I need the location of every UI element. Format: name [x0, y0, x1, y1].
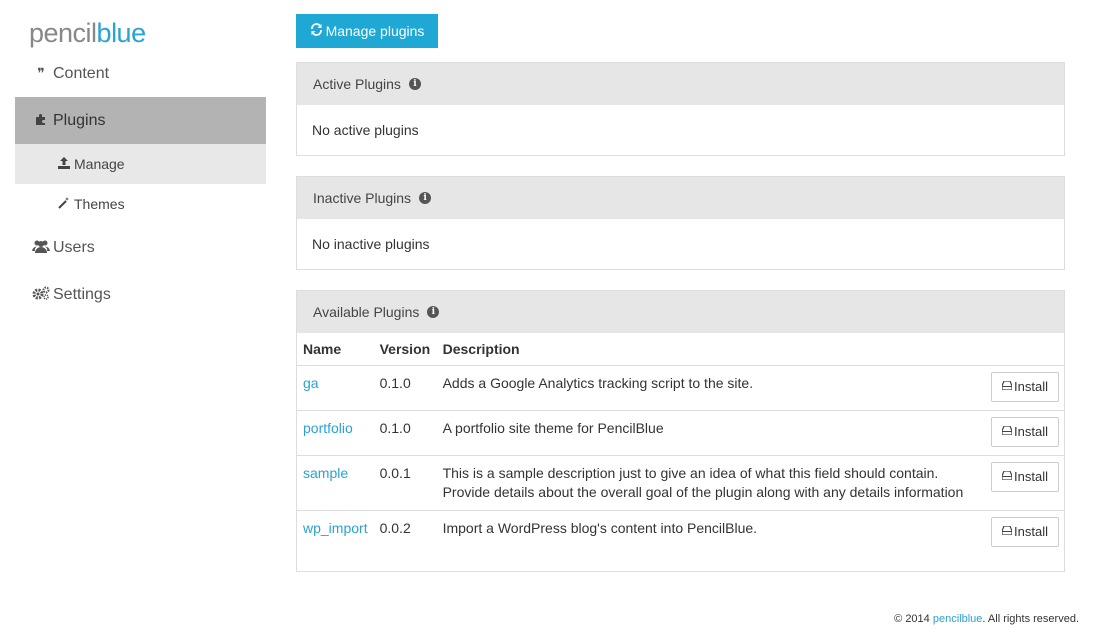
panel-empty-text: No inactive plugins: [312, 236, 430, 252]
sidebar-item-label: Themes: [74, 196, 125, 212]
panel-title: Active Plugins: [313, 76, 401, 92]
footer-link[interactable]: pencilblue: [933, 613, 983, 625]
info-icon[interactable]: i: [419, 192, 432, 204]
install-button[interactable]: Install: [991, 516, 1059, 547]
sidebar-item-label: Manage: [74, 156, 125, 172]
panel-title: Available Plugins: [313, 304, 420, 320]
panel-title: Inactive Plugins: [313, 190, 412, 206]
plugins-table: Name Version Description ga 0.1.0 Adds a…: [297, 333, 1064, 571]
plugin-version: 0.1.0: [373, 365, 437, 411]
quote-icon: ❞: [37, 65, 45, 81]
plugin-name-link[interactable]: wp_import: [303, 520, 368, 536]
sidebar-item-label: Users: [53, 238, 95, 256]
column-header-description: Description: [436, 333, 984, 366]
install-button[interactable]: Install: [991, 371, 1059, 402]
info-icon[interactable]: i: [427, 306, 440, 318]
sidebar-item-content[interactable]: ❞ Content: [15, 50, 266, 97]
column-header-actions: [984, 333, 1064, 366]
table-row: portfolio 0.1.0 A portfolio site theme f…: [297, 410, 1064, 456]
plugin-version: 0.0.2: [379, 519, 411, 536]
plugin-version: 0.1.0: [373, 410, 437, 456]
plugin-description: Import a WordPress blog's content into P…: [442, 519, 758, 536]
hdd-icon: [1001, 379, 1013, 393]
sidebar-item-users[interactable]: Users: [15, 224, 266, 271]
magic-wand-icon: [57, 196, 71, 212]
hdd-icon: [1001, 424, 1013, 438]
plugin-version: 0.0.1: [373, 455, 437, 511]
panel-header: Available Plugins i: [297, 291, 1064, 333]
install-button[interactable]: Install: [991, 461, 1059, 492]
sidebar-nav: ❞ Content Plugins Manage Themes Users Se…: [15, 50, 266, 318]
sidebar-item-plugins[interactable]: Plugins: [15, 97, 266, 144]
panel-header: Inactive Plugins i: [297, 177, 1064, 219]
install-button[interactable]: Install: [991, 416, 1059, 447]
cogs-icon: [32, 286, 50, 303]
sidebar-item-label: Settings: [53, 285, 111, 303]
column-header-name: Name: [297, 333, 374, 366]
sidebar-subitem-manage[interactable]: Manage: [15, 144, 266, 184]
available-plugins-panel: Available Plugins i Name Version Descrip…: [296, 290, 1065, 572]
plugin-description: This is a sample description just to giv…: [436, 455, 984, 511]
plugin-name-link[interactable]: portfolio: [303, 420, 353, 436]
table-row: ga 0.1.0 Adds a Google Analytics trackin…: [297, 365, 1064, 411]
hdd-icon: [1001, 469, 1013, 483]
puzzle-icon: [32, 112, 50, 129]
plugin-description: Adds a Google Analytics tracking script …: [436, 365, 984, 411]
column-header-version: Version: [373, 333, 437, 366]
upload-icon: [57, 156, 71, 172]
active-plugins-panel: Active Plugins i No active plugins: [296, 62, 1065, 156]
inactive-plugins-panel: Inactive Plugins i No inactive plugins: [296, 176, 1065, 270]
panel-header: Active Plugins i: [297, 63, 1064, 105]
hdd-icon: [1001, 524, 1013, 538]
footer: © 2014 pencilblue. All rights reserved.: [894, 613, 1079, 625]
sidebar-item-settings[interactable]: Settings: [15, 271, 266, 318]
table-row: wp_import 0.0.2 Import a WordPress blog'…: [297, 510, 1064, 571]
info-icon[interactable]: i: [408, 78, 421, 90]
logo[interactable]: pencilblue: [29, 18, 146, 49]
manage-plugins-button[interactable]: Manage plugins: [296, 14, 438, 48]
table-header-row: Name Version Description: [297, 333, 1064, 366]
sidebar-subitem-themes[interactable]: Themes: [15, 184, 266, 224]
plugin-name-link[interactable]: ga: [303, 375, 319, 391]
refresh-icon: [310, 23, 324, 39]
plugin-description: A portfolio site theme for PencilBlue: [436, 410, 984, 456]
sidebar-item-label: Content: [53, 64, 110, 82]
panel-empty-text: No active plugins: [312, 122, 419, 138]
table-row: sample 0.0.1 This is a sample descriptio…: [297, 455, 1064, 511]
users-icon: [32, 239, 50, 256]
sidebar-item-label: Plugins: [53, 111, 106, 129]
plugin-name-link[interactable]: sample: [303, 465, 348, 481]
